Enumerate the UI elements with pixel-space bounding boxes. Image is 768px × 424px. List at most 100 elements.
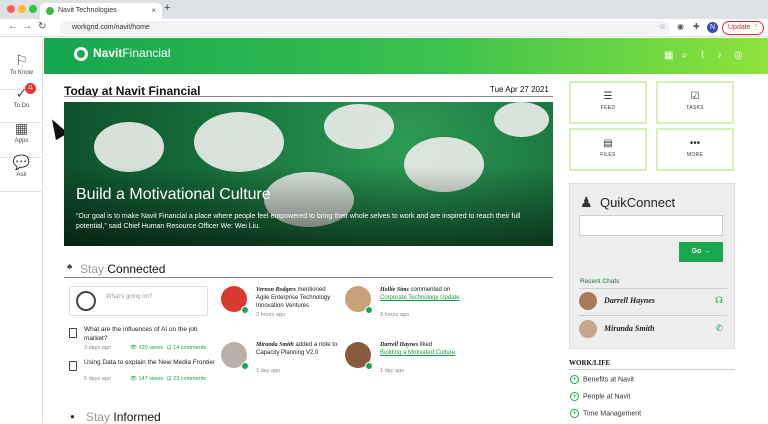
chat-row[interactable]: Darrell Haynes ☊	[579, 290, 727, 314]
headset-icon[interactable]: ☊	[715, 295, 723, 306]
more-icon: •••	[689, 138, 701, 149]
go-button[interactable]: Go →	[679, 242, 723, 262]
stay-informed-title: Stay Informed	[86, 410, 161, 424]
notification-badge: 11	[25, 83, 36, 94]
grid-icon[interactable]: ▦	[664, 50, 673, 61]
browser-tab-bar: Navit Technologies × +	[0, 0, 768, 19]
people-icon: ♣	[67, 262, 73, 271]
quikconnect-input[interactable]	[579, 215, 723, 236]
forward-icon[interactable]: →	[22, 21, 32, 32]
worklife-link[interactable]: + People at Navit	[570, 392, 630, 401]
brand-logo[interactable]: NavitFinancial	[93, 46, 170, 60]
document-icon	[69, 361, 77, 371]
hero-quote: “Our goal is to make Navit Financial a p…	[76, 213, 521, 230]
browser-tab[interactable]: Navit Technologies ×	[40, 3, 162, 19]
analytics-icon[interactable]: ⌇	[700, 50, 705, 61]
tab-title: Navit Technologies	[58, 7, 117, 14]
divider	[579, 315, 727, 316]
post-placeholder: What's going on?	[106, 294, 153, 300]
nav-label: To Do	[13, 103, 30, 109]
reload-icon[interactable]: ↻	[38, 21, 46, 32]
views-count: 👁 147 views	[130, 376, 163, 382]
tile-feed[interactable]: ☰ FEED	[569, 81, 647, 124]
avatar	[579, 292, 597, 310]
nav-item-ask[interactable]: 💬 Ask	[0, 148, 43, 192]
worklife-label: Time Management	[583, 410, 642, 418]
tile-more[interactable]: ••• MORE	[656, 128, 734, 171]
activity-user[interactable]: Darrell Haynes	[380, 342, 418, 348]
user-avatar-icon	[76, 291, 96, 311]
url-field[interactable]: workgrid.com/navit/home	[60, 21, 670, 35]
files-icon: ▤	[603, 138, 613, 149]
brand-bold: Navit	[93, 46, 123, 60]
comments-link[interactable]: ⊡ 23 comments	[167, 376, 206, 382]
comments-link[interactable]: ⊡ 14 comments	[167, 345, 206, 351]
window-minimize-icon[interactable]	[18, 5, 26, 13]
title-bold: Informed	[113, 410, 161, 424]
piggy-bank-image	[94, 122, 164, 172]
quikconnect-title: QuikConnect	[600, 195, 676, 210]
logo-icon	[74, 47, 88, 61]
chat-name: Darrell Haynes	[604, 296, 655, 305]
activity-target[interactable]: Agile Enterprise Technology Innovation V…	[256, 294, 346, 310]
tile-label: FEED	[600, 105, 616, 111]
account-icon[interactable]: ◎	[734, 50, 743, 61]
camera-icon[interactable]: ◉	[677, 22, 684, 31]
title-bold: Connected	[107, 262, 166, 276]
divider	[64, 277, 553, 278]
tab-close-icon[interactable]: ×	[151, 3, 156, 19]
bookmark-star-icon[interactable]: ☆	[659, 22, 666, 31]
tile-tasks[interactable]: ☑ TASKS	[656, 81, 734, 124]
bell-icon[interactable]: ♪	[717, 50, 722, 61]
window-maximize-icon[interactable]	[29, 5, 37, 13]
chat-name: Miranda Smith	[604, 324, 655, 333]
worklife-label: People at Navit	[583, 393, 631, 401]
info-icon: ●	[70, 412, 75, 421]
stay-connected-title: Stay Connected	[80, 262, 165, 276]
activity-action: mentioned	[297, 287, 326, 293]
hero-shade	[64, 166, 553, 246]
title-light: Stay	[86, 410, 111, 424]
back-icon[interactable]: ←	[8, 21, 18, 32]
check-icon	[365, 306, 373, 314]
search-icon[interactable]: ⌕	[682, 50, 688, 61]
question-link[interactable]: What are the influences of AI on the job…	[84, 325, 214, 343]
activity-time: 1 day ago	[380, 368, 405, 374]
divider	[579, 288, 727, 289]
worklife-link[interactable]: + Benefits at Navit	[570, 375, 634, 384]
nav-label: To Know	[9, 70, 33, 76]
profile-avatar[interactable]: N	[707, 22, 718, 33]
url-text: workgrid.com/navit/home	[72, 24, 150, 31]
tile-files[interactable]: ▤ FILES	[569, 128, 647, 171]
activity-time: 8 hours ago	[380, 312, 410, 318]
chat-row[interactable]: Miranda Smith ✆	[579, 318, 727, 342]
question-link[interactable]: Using Data to explain the New Media Fron…	[84, 358, 219, 367]
plus-icon: +	[570, 375, 579, 384]
views-text: 147 views	[138, 376, 163, 382]
extensions-icon[interactable]: ✚	[693, 22, 700, 31]
activity-time: 2 hours ago	[256, 312, 286, 318]
window-close-icon[interactable]	[7, 5, 15, 13]
activity-user[interactable]: Miranda Smith	[256, 342, 294, 348]
activity-user[interactable]: Hollie Sims	[380, 287, 409, 293]
hero-banner[interactable]: Build a Motivational Culture “Our goal i…	[64, 102, 553, 246]
question-time: 3 days ago	[84, 345, 111, 351]
post-input[interactable]: What's going on?	[69, 286, 208, 316]
piggy-bank-image	[324, 104, 394, 149]
question-time: 5 days ago	[84, 376, 111, 382]
chat-bubble-icon: 💬	[12, 154, 31, 170]
activity-time: 1 day ago	[256, 368, 281, 374]
update-button[interactable]: Update ⋮	[722, 21, 764, 35]
worklife-title: WORK/LIFE	[569, 359, 611, 367]
new-tab-button[interactable]: +	[164, 2, 170, 14]
worklife-link[interactable]: + Time Management	[570, 409, 641, 418]
activity-target[interactable]: Corporate Technology Update	[380, 294, 460, 302]
recent-chats-label: Recent Chats	[580, 278, 620, 285]
divider	[64, 96, 553, 97]
activity-target[interactable]: Building a Motivated Culture	[380, 349, 500, 357]
app-header: NavitFinancial ▦ ⌕ ⌇ ♪ ◎	[44, 38, 768, 74]
favicon-icon	[46, 7, 54, 15]
feed-icon: ☰	[603, 91, 613, 102]
activity-user[interactable]: Vernon Rodgers	[256, 287, 296, 293]
phone-off-icon[interactable]: ✆	[715, 323, 723, 334]
